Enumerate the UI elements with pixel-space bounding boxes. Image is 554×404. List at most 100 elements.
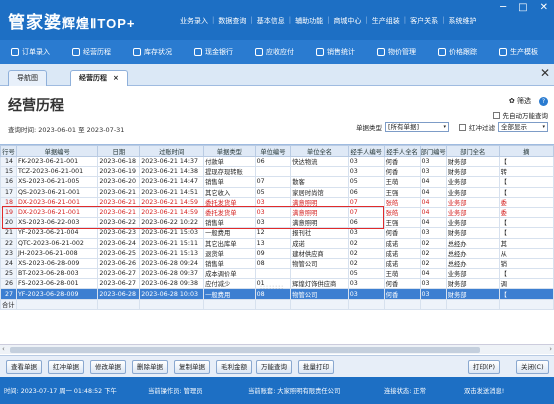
table-row[interactable]: 20 XS-2023-06-22-003 2023-06-22 2023-06-22 … [0,217,554,229]
bill-type-select[interactable]: [所有单据] ▾ [385,122,449,132]
column-header[interactable]: 经手人编号 [347,145,385,157]
table-row[interactable]: 25 BT-2023-06-28-003 2023-06-27 2023-06-28 … [0,268,554,280]
scroll-left-icon[interactable]: ‹ [2,345,5,353]
menu-item-production[interactable]: 生产组装 [368,16,404,26]
table-cell: 2023-06-28 10:03 [139,288,205,300]
horizontal-scrollbar[interactable]: ‹ › [0,344,554,354]
batch-print-button[interactable]: 批量打印 [298,360,334,374]
tab-navigation[interactable]: 导航图 [8,70,47,86]
toolbar-sales-stats[interactable]: 销售统计 [305,47,366,57]
table-cell: 02 [419,247,447,259]
red-filter-select[interactable]: 全部显示 ▾ [498,122,548,132]
delete-bill-button[interactable]: 删除单据 [132,360,168,374]
column-header[interactable]: 部门编号 [419,145,447,157]
table-row[interactable]: 17 QS-2023-06-21-001 2023-06-21 2023-06-21 … [0,186,554,198]
table-row[interactable]: 23 JH-2023-06-21-008 2023-06-25 2023-06-21 … [0,247,554,259]
table-cell: 张皓 [383,206,421,219]
status-bar: 时间: 2023-07-17 周一 01:48:52 下午 当前操作员: 管理员… [0,377,554,404]
menu-item-system[interactable]: 系统维护 [445,16,481,26]
menu-item-assist[interactable]: 辅助功能 [291,16,327,26]
table-cell: 委 [498,206,554,219]
table-cell: 财务部 [445,166,500,178]
scroll-thumb[interactable] [10,347,480,353]
table-cell: 其它收入 [203,186,256,198]
menu-item-crm[interactable]: 客户关系 [406,16,442,26]
column-header[interactable]: 单位全名 [290,145,349,157]
table-row[interactable]: 18 DX-2023-06-21-001 2023-06-21 2023-06-21 … [0,196,554,208]
column-header[interactable]: 过账时间 [139,145,205,157]
table-cell: 销售单 [203,257,256,270]
filter-button[interactable]: ✿ 筛选 [509,96,531,106]
tab-close-icon[interactable]: × [113,74,119,82]
table-cell: 2023-06-27 [97,268,141,280]
auto-refresh-option[interactable]: 先自动万能查询 [492,110,548,120]
print-button[interactable]: 打印(P) [468,360,500,374]
table-cell [290,268,349,280]
column-header[interactable]: 单位编号 [254,145,292,157]
table-cell: 何香 [383,288,421,300]
table-cell: 物管公司 [290,257,349,270]
menu-item-entry[interactable]: 业务录入 [176,16,212,26]
toolbar-inventory[interactable]: 库存状况 [122,47,183,57]
main-toolbar: 订单录入 经营历程 库存状况 现金银行 应收应付 销售统计 物价管理 价格跟踪 … [0,40,554,64]
table-row[interactable]: 24 XS-2023-06-28-009 2023-06-26 2023-06-28 … [0,257,554,270]
chart-icon [72,48,80,56]
table-cell: 07 [347,196,385,208]
red-reverse-button[interactable]: 红冲单据 [48,360,84,374]
table-cell: FS-2023-06-28-001 [15,278,99,290]
tab-business-history[interactable]: 经营历程 × [70,70,128,86]
toolbar-cash-bank[interactable]: 现金银行 [183,47,244,57]
panel-close-icon[interactable]: ✕ [540,66,550,80]
table-cell: 05 [254,186,292,198]
toolbar-receivable[interactable]: 应收应付 [244,47,305,57]
close-button[interactable]: 关闭(C) [516,360,549,374]
toolbar-history[interactable]: 经营历程 [61,47,122,57]
menu-item-basic[interactable]: 基本信息 [253,16,289,26]
minimize-icon[interactable]: ─ [500,2,506,13]
table-cell: 【 [498,288,554,300]
filter-icon: ✿ [508,97,515,105]
edit-bill-button[interactable]: 修改单据 [90,360,126,374]
table-cell: 24 [0,257,17,270]
toolbar-order-entry[interactable]: 订单录入 [0,47,61,57]
table-row[interactable]: 22 QTC-2023-06-21-002 2023-06-24 2023-06-21… [0,237,554,249]
toolbar-price-track[interactable]: 价格跟踪 [427,47,488,57]
copy-bill-button[interactable]: 复制单据 [174,360,210,374]
table-cell: 2023-06-23 [97,227,141,239]
table-row[interactable]: 14 FK-2023-06-21-001 2023-06-18 2023-06-21 … [0,155,554,168]
table-cell: 22 [0,237,17,249]
column-header[interactable]: 行号 [0,145,17,157]
view-bill-button[interactable]: 查看单据 [6,360,42,374]
status-message[interactable]: 双击发送消息! [464,386,504,395]
help-icon[interactable]: ? [539,96,548,106]
table-row[interactable]: 21 YF-2023-06-21-004 2023-06-23 2023-06-21 … [0,227,554,239]
column-header[interactable]: 部门全名 [445,145,500,157]
query-time: 查询时间: 2023-06-01 至 2023-07-31 [8,126,125,134]
auto-refresh-checkbox[interactable] [492,111,500,119]
table-row[interactable]: 16 XS-2023-06-21-005 2023-06-20 2023-06-21 … [0,176,554,188]
column-header[interactable]: 摘 [498,145,554,157]
column-header[interactable]: 经手人全名 [383,145,421,157]
red-filter-checkbox[interactable] [459,123,466,131]
universal-query-button[interactable]: 万能查询 [256,360,292,374]
column-header[interactable]: 单据类型 [203,145,256,157]
scroll-right-icon[interactable]: › [549,345,552,353]
sum-cell [15,298,99,310]
table-cell: 何香 [383,166,421,178]
table-cell: 应付减少 [203,278,256,290]
close-icon[interactable]: ✕ [540,2,548,13]
gross-profit-button[interactable]: 毛利金额 [216,360,252,374]
maximize-icon[interactable]: □ [518,2,527,13]
table-cell: 2023-06-28 09:38 [139,278,205,290]
menu-item-query[interactable]: 数据查询 [214,16,250,26]
table-cell: 2023-06-21 15:03 [139,227,205,239]
table-row[interactable]: 19 DX-2023-06-21-001 2023-06-21 2023-06-21 … [0,206,554,219]
menu-item-mall[interactable]: 商城中心 [329,16,365,26]
column-header[interactable]: 日期 [97,145,141,157]
table-row[interactable]: 15 TCZ-2023-06-21-001 2023-06-19 2023-06-21… [0,166,554,178]
splitter-grip[interactable]: :::::::: [260,284,284,291]
column-header[interactable]: 单据编号 [15,145,99,157]
table-cell: 张皓 [383,196,421,208]
toolbar-price-mgmt[interactable]: 物价管理 [366,47,427,57]
toolbar-production[interactable]: 生产模板 [488,47,549,57]
